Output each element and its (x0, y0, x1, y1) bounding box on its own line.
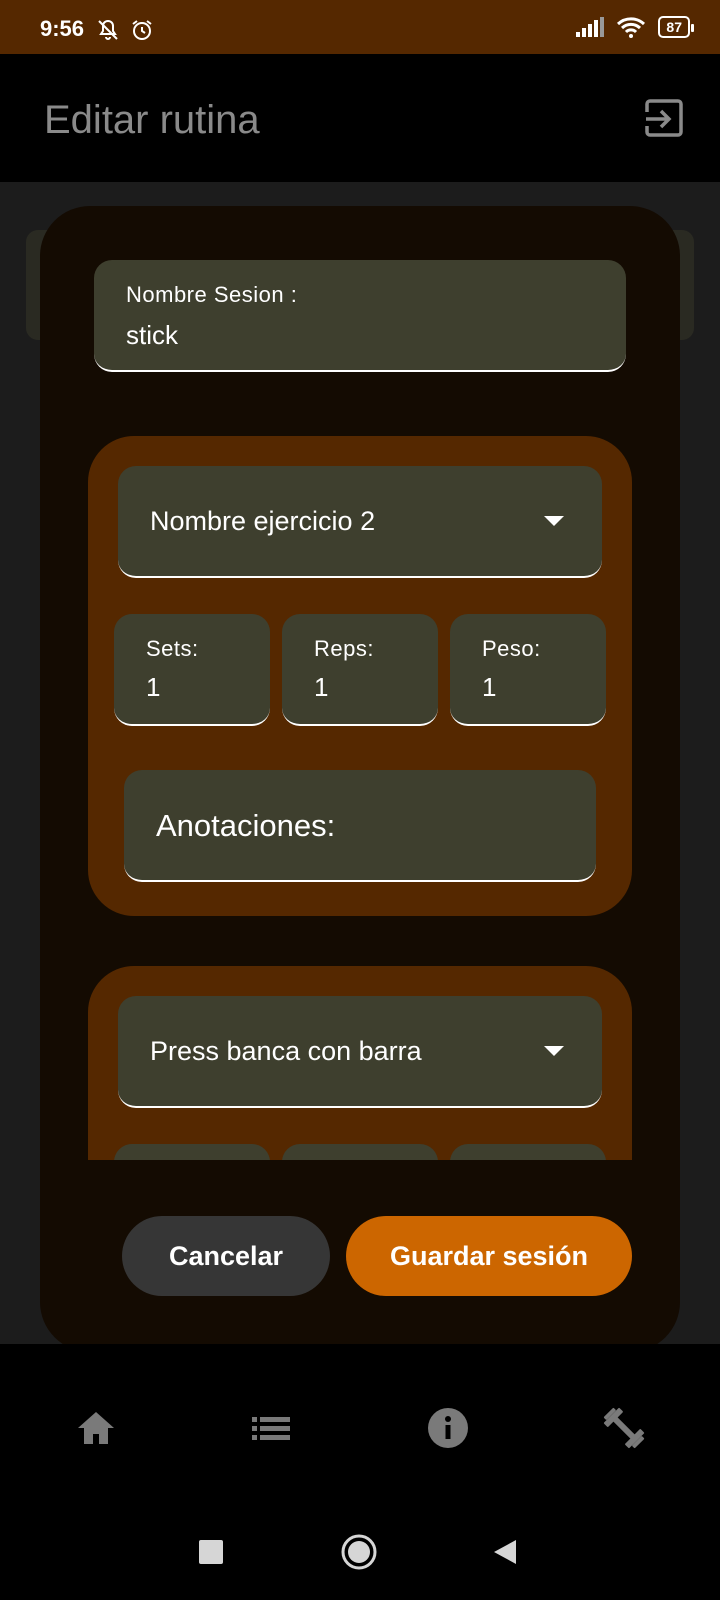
home-icon[interactable] (74, 1406, 118, 1450)
peso-label: Peso: (482, 636, 541, 661)
sets-field[interactable]: Sets: 1 (114, 614, 270, 726)
status-icons-left (96, 18, 154, 42)
reps-label: Reps: (314, 636, 374, 661)
peso-field[interactable]: Peso: 1 (450, 614, 606, 726)
reps-value: 1 (314, 672, 329, 702)
exercise-name-value: Nombre ejercicio 2 (150, 506, 376, 536)
chevron-down-icon (544, 1046, 564, 1056)
exercise-list[interactable]: Nombre ejercicio 2 Sets: 1 Reps: 1 Peso:… (40, 400, 680, 1160)
chevron-down-icon (544, 516, 564, 526)
peso-value: 1 (482, 672, 497, 702)
sets-field[interactable] (114, 1144, 270, 1160)
status-bar: 9:56 87 (0, 0, 720, 54)
bell-off-icon (98, 19, 118, 40)
home-button-icon[interactable] (340, 1533, 378, 1571)
exercise-name-dropdown[interactable]: Press banca con barra (118, 996, 602, 1108)
wifi-icon (617, 17, 646, 38)
info-icon[interactable] (426, 1406, 470, 1450)
cancel-button[interactable]: Cancelar (122, 1216, 330, 1296)
status-time: 9:56 (40, 16, 85, 41)
status-icons-right: 87 (576, 16, 694, 38)
reps-field[interactable]: Reps: 1 (282, 614, 438, 726)
dumbbell-icon[interactable] (602, 1406, 646, 1450)
signal-icon (576, 17, 605, 37)
bottom-navigation (0, 1344, 720, 1504)
exercise-card: Press banca con barra (88, 966, 632, 1160)
exercise-name-dropdown[interactable]: Nombre ejercicio 2 (118, 466, 602, 578)
page-title: Editar rutina (44, 98, 260, 142)
app-bar: Editar rutina (0, 54, 720, 182)
sets-value: 1 (146, 672, 161, 702)
list-icon[interactable] (250, 1406, 294, 1450)
session-name-label: Nombre Sesion : (126, 282, 298, 307)
exercise-card: Nombre ejercicio 2 Sets: 1 Reps: 1 Peso:… (88, 436, 632, 916)
session-name-field[interactable]: Nombre Sesion : stick (94, 260, 626, 372)
battery-indicator: 87 (658, 16, 694, 38)
session-name-value: stick (126, 320, 178, 350)
save-session-button[interactable]: Guardar sesión (346, 1216, 632, 1296)
exit-icon[interactable] (644, 98, 686, 140)
reps-field[interactable] (282, 1144, 438, 1160)
back-icon[interactable] (492, 1538, 518, 1566)
system-navigation-bar (0, 1504, 720, 1600)
alarm-icon (132, 20, 152, 40)
sets-label: Sets: (146, 636, 199, 661)
peso-field[interactable] (450, 1144, 606, 1160)
recents-icon[interactable] (198, 1539, 224, 1565)
notes-field[interactable]: Anotaciones: (124, 770, 596, 882)
notes-label: Anotaciones: (156, 808, 336, 843)
exercise-name-value: Press banca con barra (150, 1036, 422, 1066)
